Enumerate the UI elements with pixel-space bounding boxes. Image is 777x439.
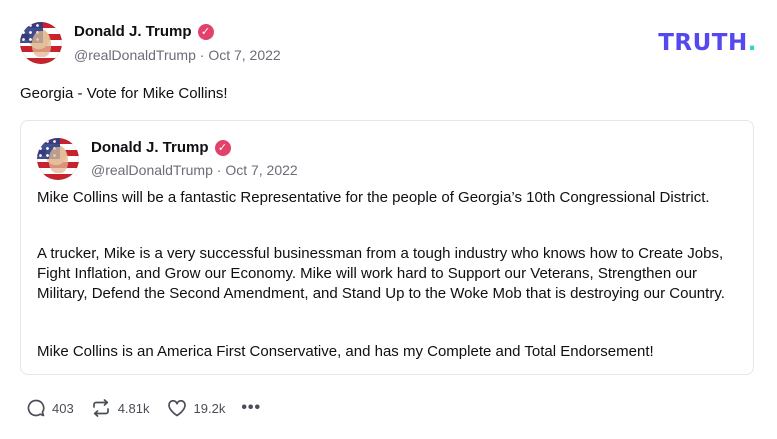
quoted-author-avatar[interactable] (37, 138, 79, 180)
quoted-post-date[interactable]: Oct 7, 2022 (225, 162, 297, 178)
more-icon[interactable]: ••• (241, 399, 261, 417)
post-meta: @realDonaldTrump · Oct 7, 2022 (74, 47, 281, 63)
truth-post: Donald J. Trump ✓ @realDonaldTrump · Oct… (0, 0, 777, 439)
quoted-author-handle[interactable]: @realDonaldTrump (91, 162, 213, 178)
like-count: 19.2k (193, 400, 226, 416)
like-button[interactable]: 19.2k (166, 398, 226, 418)
quoted-paragraph-2: A trucker, Mike is a very successful bus… (37, 245, 725, 302)
author-avatar[interactable] (20, 22, 62, 64)
action-bar: 403 4.81k 19.2k ••• (26, 398, 261, 418)
reply-icon (27, 399, 45, 417)
truth-logo[interactable]: TRUTH. (658, 30, 757, 56)
reply-button[interactable]: 403 (26, 398, 74, 418)
retruth-count: 4.81k (117, 400, 150, 416)
post-date[interactable]: Oct 7, 2022 (208, 47, 280, 63)
quoted-author-name[interactable]: Donald J. Trump (91, 139, 209, 156)
quoted-paragraph-3: Mike Collins is an America First Conserv… (37, 343, 654, 360)
heart-icon (167, 400, 186, 417)
author-name[interactable]: Donald J. Trump (74, 23, 192, 40)
meta-separator: · (199, 47, 205, 63)
quoted-paragraph-1: Mike Collins will be a fantastic Represe… (37, 189, 710, 206)
author-handle[interactable]: @realDonaldTrump (74, 47, 196, 63)
logo-dot: . (747, 30, 757, 56)
reply-count: 403 (52, 400, 74, 416)
retruth-button[interactable]: 4.81k (90, 398, 150, 418)
retruth-icon (92, 399, 109, 417)
verified-badge-icon: ✓ (214, 139, 231, 156)
author-name-row[interactable]: Donald J. Trump ✓ (74, 23, 214, 40)
quoted-author-name-row[interactable]: Donald J. Trump ✓ (91, 139, 231, 156)
meta-separator: · (216, 162, 222, 178)
logo-text: TRUTH (658, 30, 748, 56)
quoted-post-meta: @realDonaldTrump · Oct 7, 2022 (91, 162, 298, 178)
verified-badge-icon: ✓ (197, 23, 214, 40)
post-text: Georgia - Vote for Mike Collins! (20, 85, 228, 102)
